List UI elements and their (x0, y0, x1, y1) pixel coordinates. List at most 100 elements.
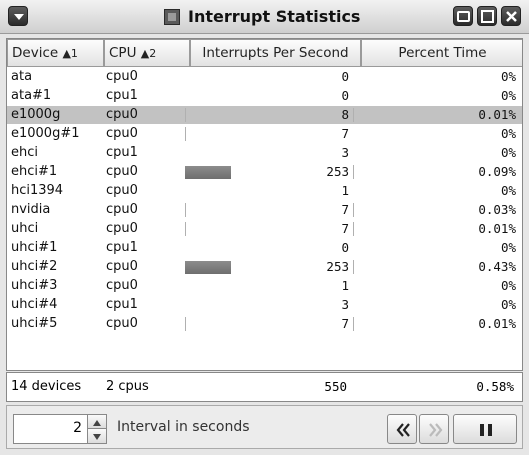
table-row[interactable]: e1000g#1 cpu0 7 0% (7, 125, 522, 143)
sort-ascending-icon: ▲1 (62, 47, 78, 60)
interval-value[interactable]: 2 (73, 420, 82, 436)
interrupts-per-second-cell: 253 (326, 164, 349, 179)
interrupts-bar (185, 317, 186, 331)
interrupts-per-second-cell: 253 (326, 259, 349, 274)
cpu-cell: cpu1 (106, 240, 138, 255)
column-header-percent-time[interactable]: Percent Time (361, 39, 522, 67)
interrupts-bar (185, 261, 231, 274)
device-cell: uhci#2 (11, 259, 58, 274)
arrow-up-icon (93, 420, 101, 426)
interval-label: Interval in seconds (117, 419, 250, 435)
cpu-cell: cpu1 (106, 297, 138, 312)
percent-time-cell: 0.01% (478, 107, 516, 122)
cpu-cell: cpu0 (106, 221, 138, 236)
percent-time-cell: 0% (500, 240, 516, 255)
table-row[interactable]: ata cpu0 0 0% (7, 68, 522, 86)
increment-button[interactable] (88, 415, 106, 429)
window-menu-button[interactable] (8, 6, 28, 26)
interrupts-table: Device ▲1 CPU ▲2 Interrupts Per Second P… (6, 38, 523, 371)
percent-bar (353, 203, 354, 217)
total-percent: 0.58% (476, 379, 514, 394)
interrupts-per-second-cell: 7 (341, 221, 349, 236)
cpu-cell: cpu0 (106, 202, 138, 217)
table-header: Device ▲1 CPU ▲2 Interrupts Per Second P… (7, 39, 522, 67)
percent-bar (353, 222, 354, 236)
cpu-cell: cpu0 (106, 183, 138, 198)
interrupts-per-second-cell: 3 (341, 297, 349, 312)
minimize-button[interactable] (453, 6, 473, 26)
interrupts-per-second-cell: 7 (341, 202, 349, 217)
interrupts-per-second-cell: 0 (341, 88, 349, 103)
table-row[interactable]: uhci cpu0 7 0.01% (7, 220, 522, 238)
interrupts-bar (185, 222, 186, 236)
interrupts-per-second-cell: 7 (341, 316, 349, 331)
column-header-device[interactable]: Device ▲1 (7, 39, 104, 67)
double-chevron-left-icon (396, 423, 410, 437)
device-count: 14 devices (11, 379, 82, 394)
interrupts-per-second-cell: 0 (341, 69, 349, 84)
app-icon (164, 9, 180, 25)
table-row[interactable]: ehci cpu1 3 0% (7, 144, 522, 162)
device-cell: ata (11, 69, 33, 84)
interrupts-bar (185, 127, 186, 141)
percent-bar (353, 317, 354, 331)
title-bar[interactable]: Interrupt Statistics (0, 0, 529, 34)
cpu-cell: cpu1 (106, 88, 138, 103)
percent-time-cell: 0.01% (478, 316, 516, 331)
table-row[interactable]: ata#1 cpu1 0 0% (7, 87, 522, 105)
pause-icon (480, 424, 492, 436)
maximize-icon (481, 10, 494, 23)
interrupts-bar (185, 203, 186, 217)
forward-button[interactable] (419, 414, 449, 444)
percent-time-cell: 0.01% (478, 221, 516, 236)
interrupts-bar (185, 166, 231, 179)
table-row[interactable]: uhci#1 cpu1 0 0% (7, 239, 522, 257)
summary-row: 14 devices 2 cpus 550 0.58% (6, 372, 523, 402)
pause-button[interactable] (453, 414, 517, 444)
percent-time-cell: 0% (500, 69, 516, 84)
table-row[interactable]: nvidia cpu0 7 0.03% (7, 201, 522, 219)
cpu-cell: cpu0 (106, 107, 138, 122)
spinner-buttons (87, 415, 106, 443)
percent-time-cell: 0% (500, 278, 516, 293)
interval-spinner[interactable]: 2 (13, 414, 107, 444)
device-cell: ata#1 (11, 88, 52, 103)
interrupts-per-second-cell: 8 (341, 107, 349, 122)
back-button[interactable] (387, 414, 417, 444)
interrupts-per-second-cell: 0 (341, 240, 349, 255)
interrupts-per-second-cell: 1 (341, 183, 349, 198)
device-cell: uhci#3 (11, 278, 58, 293)
percent-time-cell: 0% (500, 145, 516, 160)
percent-time-cell: 0% (500, 88, 516, 103)
table-row[interactable]: hci1394 cpu0 1 0% (7, 182, 522, 200)
table-row[interactable]: uhci#2 cpu0 253 0.43% (7, 258, 522, 276)
device-cell: ehci (11, 145, 38, 160)
column-label: CPU (109, 45, 137, 61)
cpu-cell: cpu0 (106, 278, 138, 293)
column-label: Device (12, 45, 59, 61)
maximize-button[interactable] (477, 6, 497, 26)
table-row[interactable]: ehci#1 cpu0 253 0.09% (7, 163, 522, 181)
table-row[interactable]: uhci#4 cpu1 3 0% (7, 296, 522, 314)
interrupts-bar (185, 108, 186, 122)
interrupts-per-second-cell: 3 (341, 145, 349, 160)
minimize-icon (457, 11, 470, 22)
table-row[interactable]: e1000g cpu0 8 0.01% (7, 106, 522, 124)
percent-bar (353, 260, 354, 274)
table-row[interactable]: uhci#3 cpu0 1 0% (7, 277, 522, 295)
percent-bar (353, 108, 354, 122)
device-cell: e1000g#1 (11, 126, 80, 141)
percent-time-cell: 0% (500, 126, 516, 141)
double-chevron-right-icon (429, 423, 443, 437)
interrupts-per-second-cell: 7 (341, 126, 349, 141)
device-cell: uhci#4 (11, 297, 58, 312)
percent-time-cell: 0.09% (478, 164, 516, 179)
column-header-interrupts-per-second[interactable]: Interrupts Per Second (190, 39, 361, 67)
decrement-button[interactable] (88, 429, 106, 443)
close-button[interactable] (501, 6, 521, 26)
sort-ascending-icon: ▲2 (140, 47, 157, 60)
interrupt-statistics-window: Interrupt Statistics Device ▲1 CPU ▲2 In… (0, 0, 529, 455)
percent-time-cell: 0.03% (478, 202, 516, 217)
column-header-cpu[interactable]: CPU ▲2 (104, 39, 190, 67)
table-row[interactable]: uhci#5 cpu0 7 0.01% (7, 315, 522, 333)
